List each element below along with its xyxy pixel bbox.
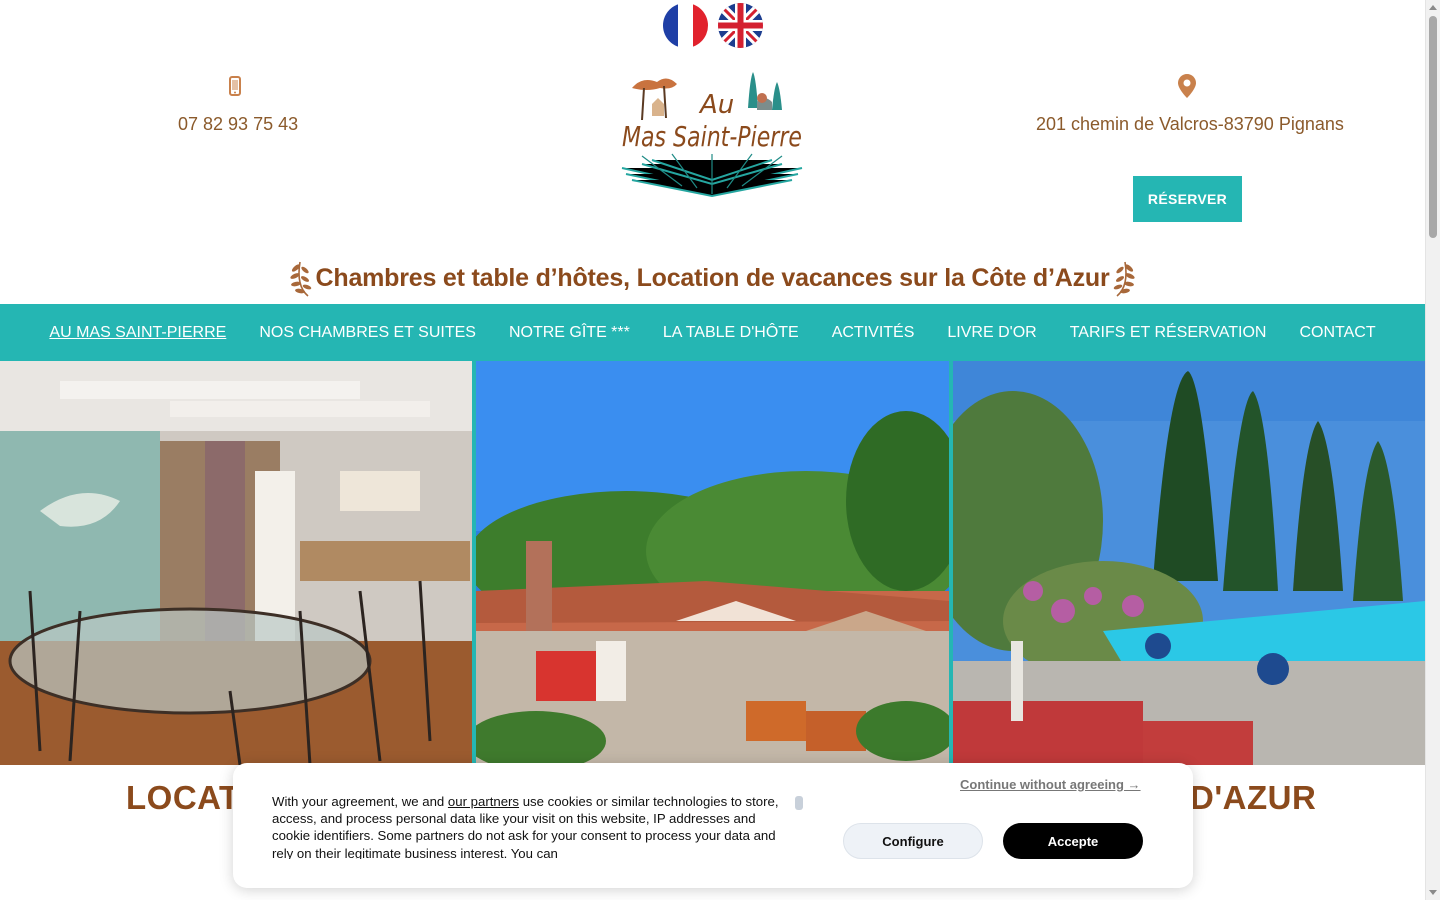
cookie-consent-text[interactable]: With your agreement, we and our partners… <box>272 793 792 859</box>
nav-item-livre-d-or[interactable]: LIVRE D'OR <box>947 324 1036 342</box>
nav-item-notre-gite[interactable]: NOTRE GÎTE *** <box>509 324 630 342</box>
accept-button[interactable]: Accepte <box>1003 823 1143 859</box>
nav-item-contact[interactable]: CONTACT <box>1299 324 1375 342</box>
logo-text-au: Au <box>698 90 734 120</box>
terrace-house-photo <box>476 361 949 765</box>
nav-item-au-mas-saint-pierre[interactable]: AU MAS SAINT-PIERRE <box>49 324 226 342</box>
dining-room-photo <box>0 361 472 765</box>
pool-garden-photo <box>953 361 1425 765</box>
page: 07 82 93 75 43 201 chemin de Valcros-837… <box>0 0 1440 900</box>
mobile-phone-icon <box>229 76 241 101</box>
page-scrollbar[interactable] <box>1425 0 1440 900</box>
map-pin-icon <box>1178 74 1196 103</box>
reserve-button[interactable]: RÉSERVER <box>1133 176 1242 222</box>
our-partners-link[interactable]: our partners <box>448 794 519 809</box>
logo-text-name: Mas Saint-Pierre <box>622 120 802 153</box>
tagline-bar: Chambres et table d’hôtes, Location de v… <box>0 256 1425 300</box>
configure-button[interactable]: Configure <box>843 823 983 859</box>
address-text: 201 chemin de Valcros-83790 Pignans <box>1036 114 1344 134</box>
scrollbar-thumb[interactable] <box>1429 16 1437 238</box>
nav-item-nos-chambres[interactable]: NOS CHAMBRES ET SUITES <box>259 324 476 342</box>
nav-item-activites[interactable]: ACTIVITÉS <box>832 324 915 342</box>
phone-number-link[interactable]: 07 82 93 75 43 <box>178 114 298 135</box>
nav-item-tarifs-reservation[interactable]: TARIFS ET RÉSERVATION <box>1070 324 1267 342</box>
section-title-left: LOCATI <box>126 779 250 816</box>
continue-without-agreeing-link[interactable]: Continue without agreeing → <box>960 777 1141 792</box>
hero-gallery <box>0 361 1425 765</box>
french-flag-icon[interactable] <box>663 3 708 48</box>
nav-item-table-d-hote[interactable]: LA TABLE D'HÔTE <box>663 324 799 342</box>
english-flag-icon[interactable] <box>718 3 763 48</box>
laurel-right-icon <box>1114 261 1136 297</box>
site-tagline: Chambres et table d’hôtes, Location de v… <box>315 263 1110 292</box>
scroll-up-arrow-icon[interactable] <box>1429 5 1437 10</box>
cookie-consent-banner: Continue without agreeing → With your ag… <box>233 763 1193 888</box>
cookie-text-before: With your agreement, we and <box>272 794 448 809</box>
section-title-right: D'AZUR <box>1190 779 1317 816</box>
site-logo[interactable]: Au Mas Saint-Pierre <box>612 68 812 200</box>
main-navigation: AU MAS SAINT-PIERRE NOS CHAMBRES ET SUIT… <box>0 304 1425 361</box>
scroll-down-arrow-icon[interactable] <box>1429 890 1437 895</box>
cookie-text-scrollbar[interactable] <box>795 796 803 810</box>
laurel-left-icon <box>289 261 311 297</box>
